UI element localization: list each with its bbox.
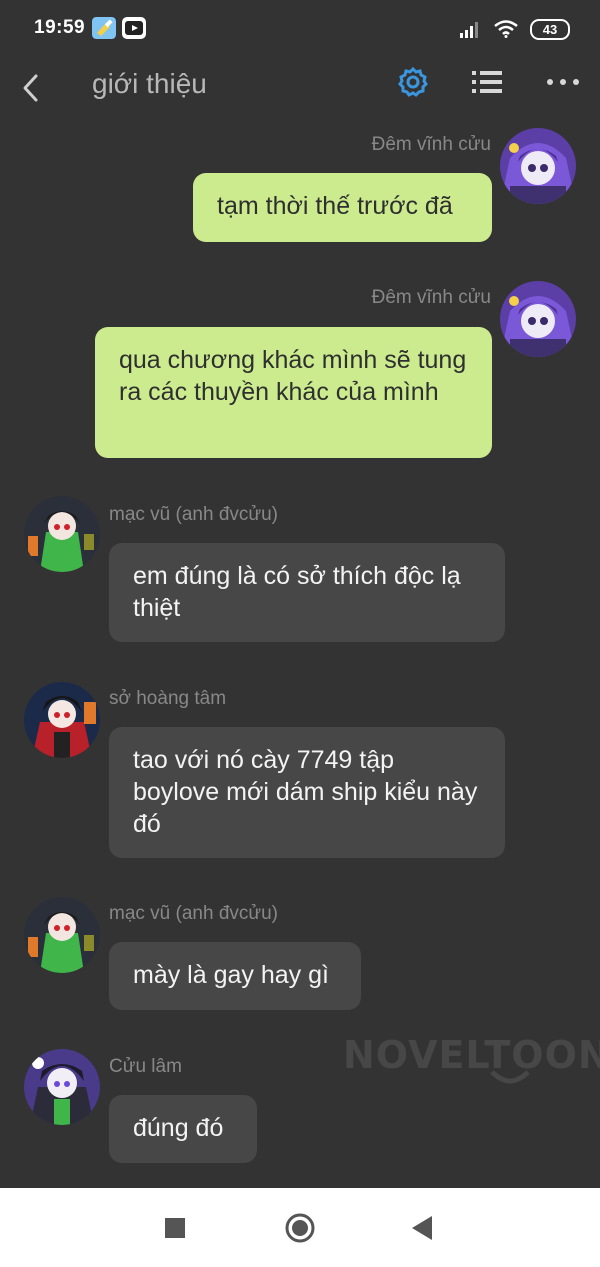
home-circle-icon[interactable] (285, 1213, 315, 1243)
list-icon[interactable] (472, 68, 502, 96)
avatar[interactable] (500, 128, 576, 204)
status-time: 19:59 (34, 17, 86, 38)
top-app-bar: giới thiệu (0, 58, 600, 118)
message-bubble[interactable]: tạm thời thế trước đã (193, 173, 492, 242)
status-bar: 19:59 43 (0, 0, 600, 58)
avatar[interactable] (24, 897, 100, 973)
more-icon[interactable] (545, 70, 581, 94)
message-bubble[interactable]: em đúng là có sở thích độc lạ thiệt (109, 543, 505, 642)
signal-icon (460, 22, 478, 38)
message-bubble[interactable]: đúng đó (109, 1095, 257, 1163)
sender-name: sở hoàng tâm (109, 688, 227, 709)
avatar[interactable] (24, 496, 100, 572)
page-title: giới thiệu (92, 68, 207, 99)
message-bubble[interactable]: mày là gay hay gì (109, 942, 361, 1010)
sender-name: Đêm vĩnh cửu (371, 134, 491, 155)
status-right: 43 (460, 17, 570, 41)
sender-name: mạc vũ (anh đvcửu) (109, 504, 279, 525)
watermark-smile-icon (490, 1070, 530, 1084)
cleaner-app-icon (92, 17, 116, 39)
avatar[interactable] (500, 281, 576, 357)
recents-square-icon[interactable] (165, 1218, 185, 1238)
avatar[interactable] (24, 1049, 100, 1125)
video-app-icon (122, 17, 146, 39)
wifi-icon (494, 20, 518, 38)
back-triangle-icon[interactable] (410, 1214, 434, 1242)
sender-name: Đêm vĩnh cửu (371, 287, 491, 308)
settings-gear-icon[interactable] (397, 66, 429, 98)
sender-name: Cửu lâm (109, 1056, 182, 1077)
battery-icon: 43 (530, 18, 570, 40)
message-bubble[interactable]: qua chương khác mình sẽ tung ra các thuy… (95, 327, 492, 458)
system-nav-bar (0, 1188, 600, 1267)
back-arrow-icon[interactable] (16, 66, 46, 106)
sender-name: mạc vũ (anh đvcửu) (109, 903, 279, 924)
message-bubble[interactable]: tao với nó cày 7749 tập boylove mới dám … (109, 727, 505, 858)
watermark-logo: NOVELTOON (343, 1033, 600, 1077)
avatar[interactable] (24, 682, 100, 758)
